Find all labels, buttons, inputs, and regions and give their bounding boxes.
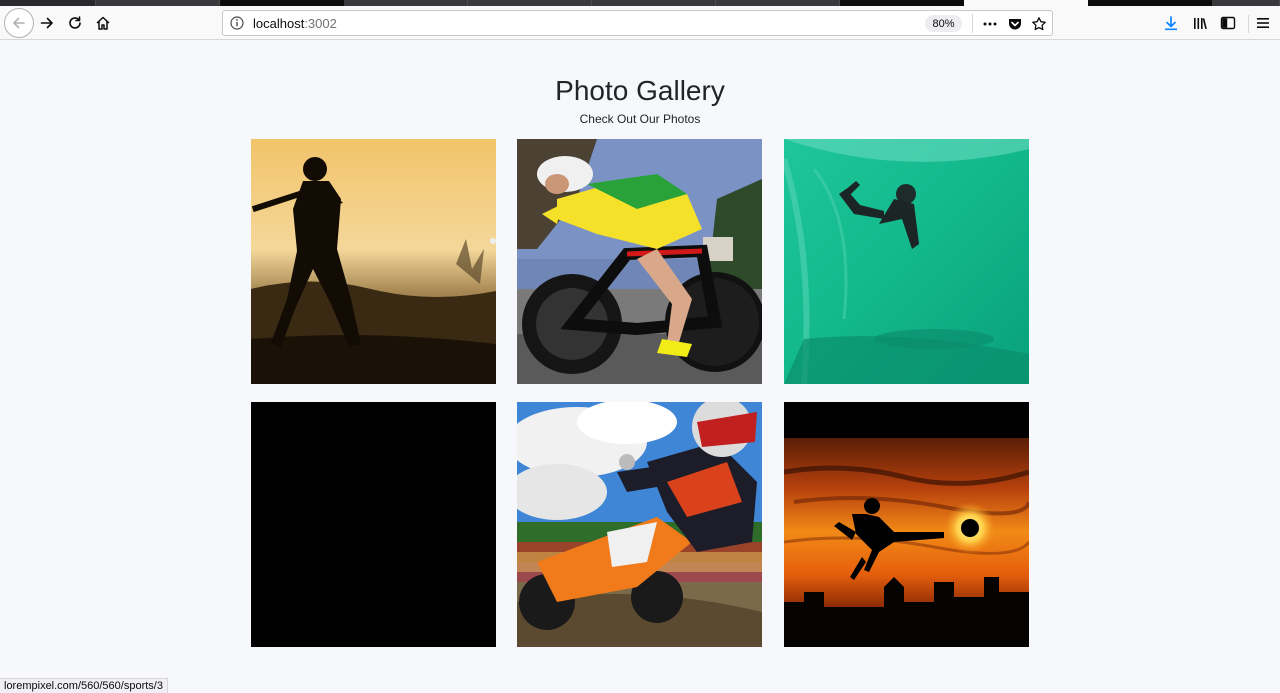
motocross-photo <box>517 402 762 647</box>
url-port: :3002 <box>304 16 337 31</box>
address-bar[interactable]: localhost:3002 80% <box>222 10 1053 36</box>
page-actions-button[interactable] <box>980 14 1000 34</box>
url-text[interactable]: localhost:3002 <box>253 16 337 31</box>
page-content: Photo Gallery Check Out Our Photos <box>0 41 1280 693</box>
downloads-button[interactable] <box>1157 9 1185 37</box>
more-icon <box>983 22 997 26</box>
back-button[interactable] <box>4 8 34 38</box>
star-icon <box>1032 17 1046 31</box>
sidebar-button[interactable] <box>1214 9 1242 37</box>
sidebar-icon <box>1220 16 1236 30</box>
cricket-photo <box>251 139 496 384</box>
navigation-toolbar: localhost:3002 80% <box>0 6 1280 40</box>
url-host: localhost <box>253 16 305 31</box>
home-icon <box>96 16 110 30</box>
gallery-photo-motocross[interactable] <box>517 402 762 647</box>
pocket-button[interactable] <box>1005 14 1025 34</box>
status-bar-link: lorempixel.com/560/560/sports/3 <box>0 678 168 693</box>
library-icon <box>1194 18 1207 30</box>
url-separator <box>972 14 973 33</box>
gallery-photo-cricket[interactable] <box>251 139 496 384</box>
hamburger-menu-icon <box>1257 18 1269 28</box>
football-sunset-photo <box>784 402 1029 647</box>
gallery-photo-football-sunset[interactable] <box>784 402 1029 647</box>
download-icon <box>1165 16 1177 31</box>
page-subtitle: Check Out Our Photos <box>579 112 701 126</box>
back-arrow-icon <box>13 17 25 29</box>
surfer-photo <box>784 139 1029 384</box>
cyclist-photo <box>517 139 762 384</box>
menu-button[interactable] <box>1249 9 1277 37</box>
gallery-photo-surfer[interactable] <box>784 139 1029 384</box>
gallery-photo-blank[interactable] <box>251 402 496 647</box>
bookmark-button[interactable] <box>1029 14 1049 34</box>
zoom-level-button[interactable]: 80% <box>925 15 962 32</box>
home-button[interactable] <box>89 9 117 37</box>
blank-photo <box>251 402 496 647</box>
info-icon[interactable] <box>230 16 244 30</box>
forward-arrow-icon <box>40 17 53 29</box>
reload-button[interactable] <box>61 9 89 37</box>
gallery-photo-cyclist[interactable] <box>517 139 762 384</box>
page-title: Photo Gallery <box>555 75 725 106</box>
forward-button[interactable] <box>33 9 61 37</box>
reload-icon <box>69 16 81 29</box>
pocket-icon <box>1009 19 1021 30</box>
library-button[interactable] <box>1186 9 1214 37</box>
